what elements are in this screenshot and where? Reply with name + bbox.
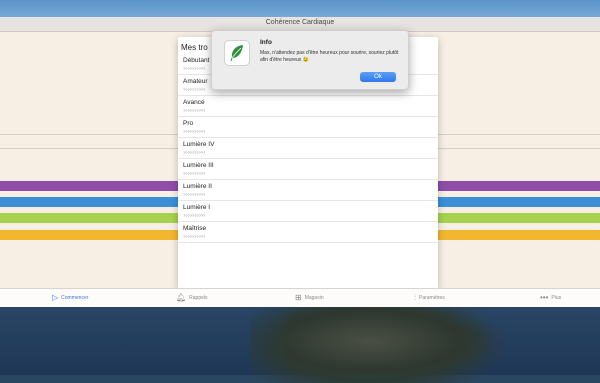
list-item-name: Lumière III — [183, 162, 214, 169]
play-icon: ▷ — [52, 293, 59, 302]
list-item-sub: ?????????? — [183, 150, 206, 155]
tab-label: Commencer — [61, 294, 89, 301]
sliders-icon: ⫶ — [414, 293, 416, 302]
tab-label: Rappels — [189, 294, 208, 301]
list-item[interactable]: Avancé ?????????? — [178, 96, 438, 117]
app-icon — [224, 40, 250, 66]
list-item[interactable]: Lumière III ?????????? — [178, 159, 438, 180]
tab-parametres[interactable]: ⫶ Paramètres — [414, 293, 445, 303]
tab-bar: ▷ Commencer 🔔︎ Rappels ⊞ Magasin ⫶ Param… — [0, 288, 600, 307]
ok-button[interactable]: Ok — [360, 72, 396, 82]
tab-commencer[interactable]: ▷ Commencer — [52, 293, 88, 302]
window-title: Cohérence Cardiaque — [265, 19, 335, 26]
list-item-sub: ?????????? — [183, 192, 206, 197]
tab-label: Paramètres — [419, 295, 445, 301]
list-item-name: Lumière IV — [183, 141, 215, 148]
bell-icon: 🔔︎ — [176, 293, 187, 302]
list-item[interactable]: Lumière IV ?????????? — [178, 138, 438, 159]
tab-plus[interactable]: ••• Plus — [540, 293, 561, 302]
tab-rappels[interactable]: 🔔︎ Rappels — [176, 293, 208, 302]
list-item-name: Débutant — [183, 57, 210, 64]
tab-magasin[interactable]: ⊞ Magasin — [295, 293, 324, 302]
list-item[interactable]: Lumière II ?????????? — [178, 180, 438, 201]
desktop-island-rock — [285, 300, 495, 375]
tab-label: Magasin — [304, 294, 324, 301]
alert-message: Max, n'attendez pas d'être heureux pour … — [260, 50, 399, 63]
alert-title: Info — [260, 39, 272, 46]
list-item-name: Lumière II — [183, 183, 212, 190]
list-item-sub: ?????????? — [183, 108, 206, 113]
list-item-name: Avancé — [183, 99, 205, 106]
list-item[interactable]: Lumière I ?????????? — [178, 201, 438, 222]
list-item-sub: ?????????? — [183, 234, 206, 239]
list-item-sub: ?????????? — [183, 87, 206, 92]
leaf-icon — [230, 45, 243, 62]
list-item-sub: ?????????? — [183, 66, 206, 71]
list-item-name: Maîtrise — [183, 225, 207, 232]
list-item-sub: ?????????? — [183, 171, 206, 176]
sheet-title: Mes tro — [181, 43, 208, 52]
info-alert-dialog: Info Max, n'attendez pas d'être heureux … — [211, 30, 409, 90]
list-item-name: Pro — [183, 120, 194, 127]
tab-label: Plus — [551, 294, 562, 301]
cart-icon: ⊞ — [295, 293, 302, 302]
list-item-name: Amateur — [183, 78, 208, 85]
list-item[interactable]: Pro ?????????? — [178, 117, 438, 138]
more-icon: ••• — [540, 293, 549, 302]
list-item[interactable]: Maîtrise ?????????? — [178, 222, 438, 243]
list-item-sub: ?????????? — [183, 129, 206, 134]
list-item-sub: ?????????? — [183, 213, 206, 218]
list-item-name: Lumière I — [183, 204, 211, 211]
